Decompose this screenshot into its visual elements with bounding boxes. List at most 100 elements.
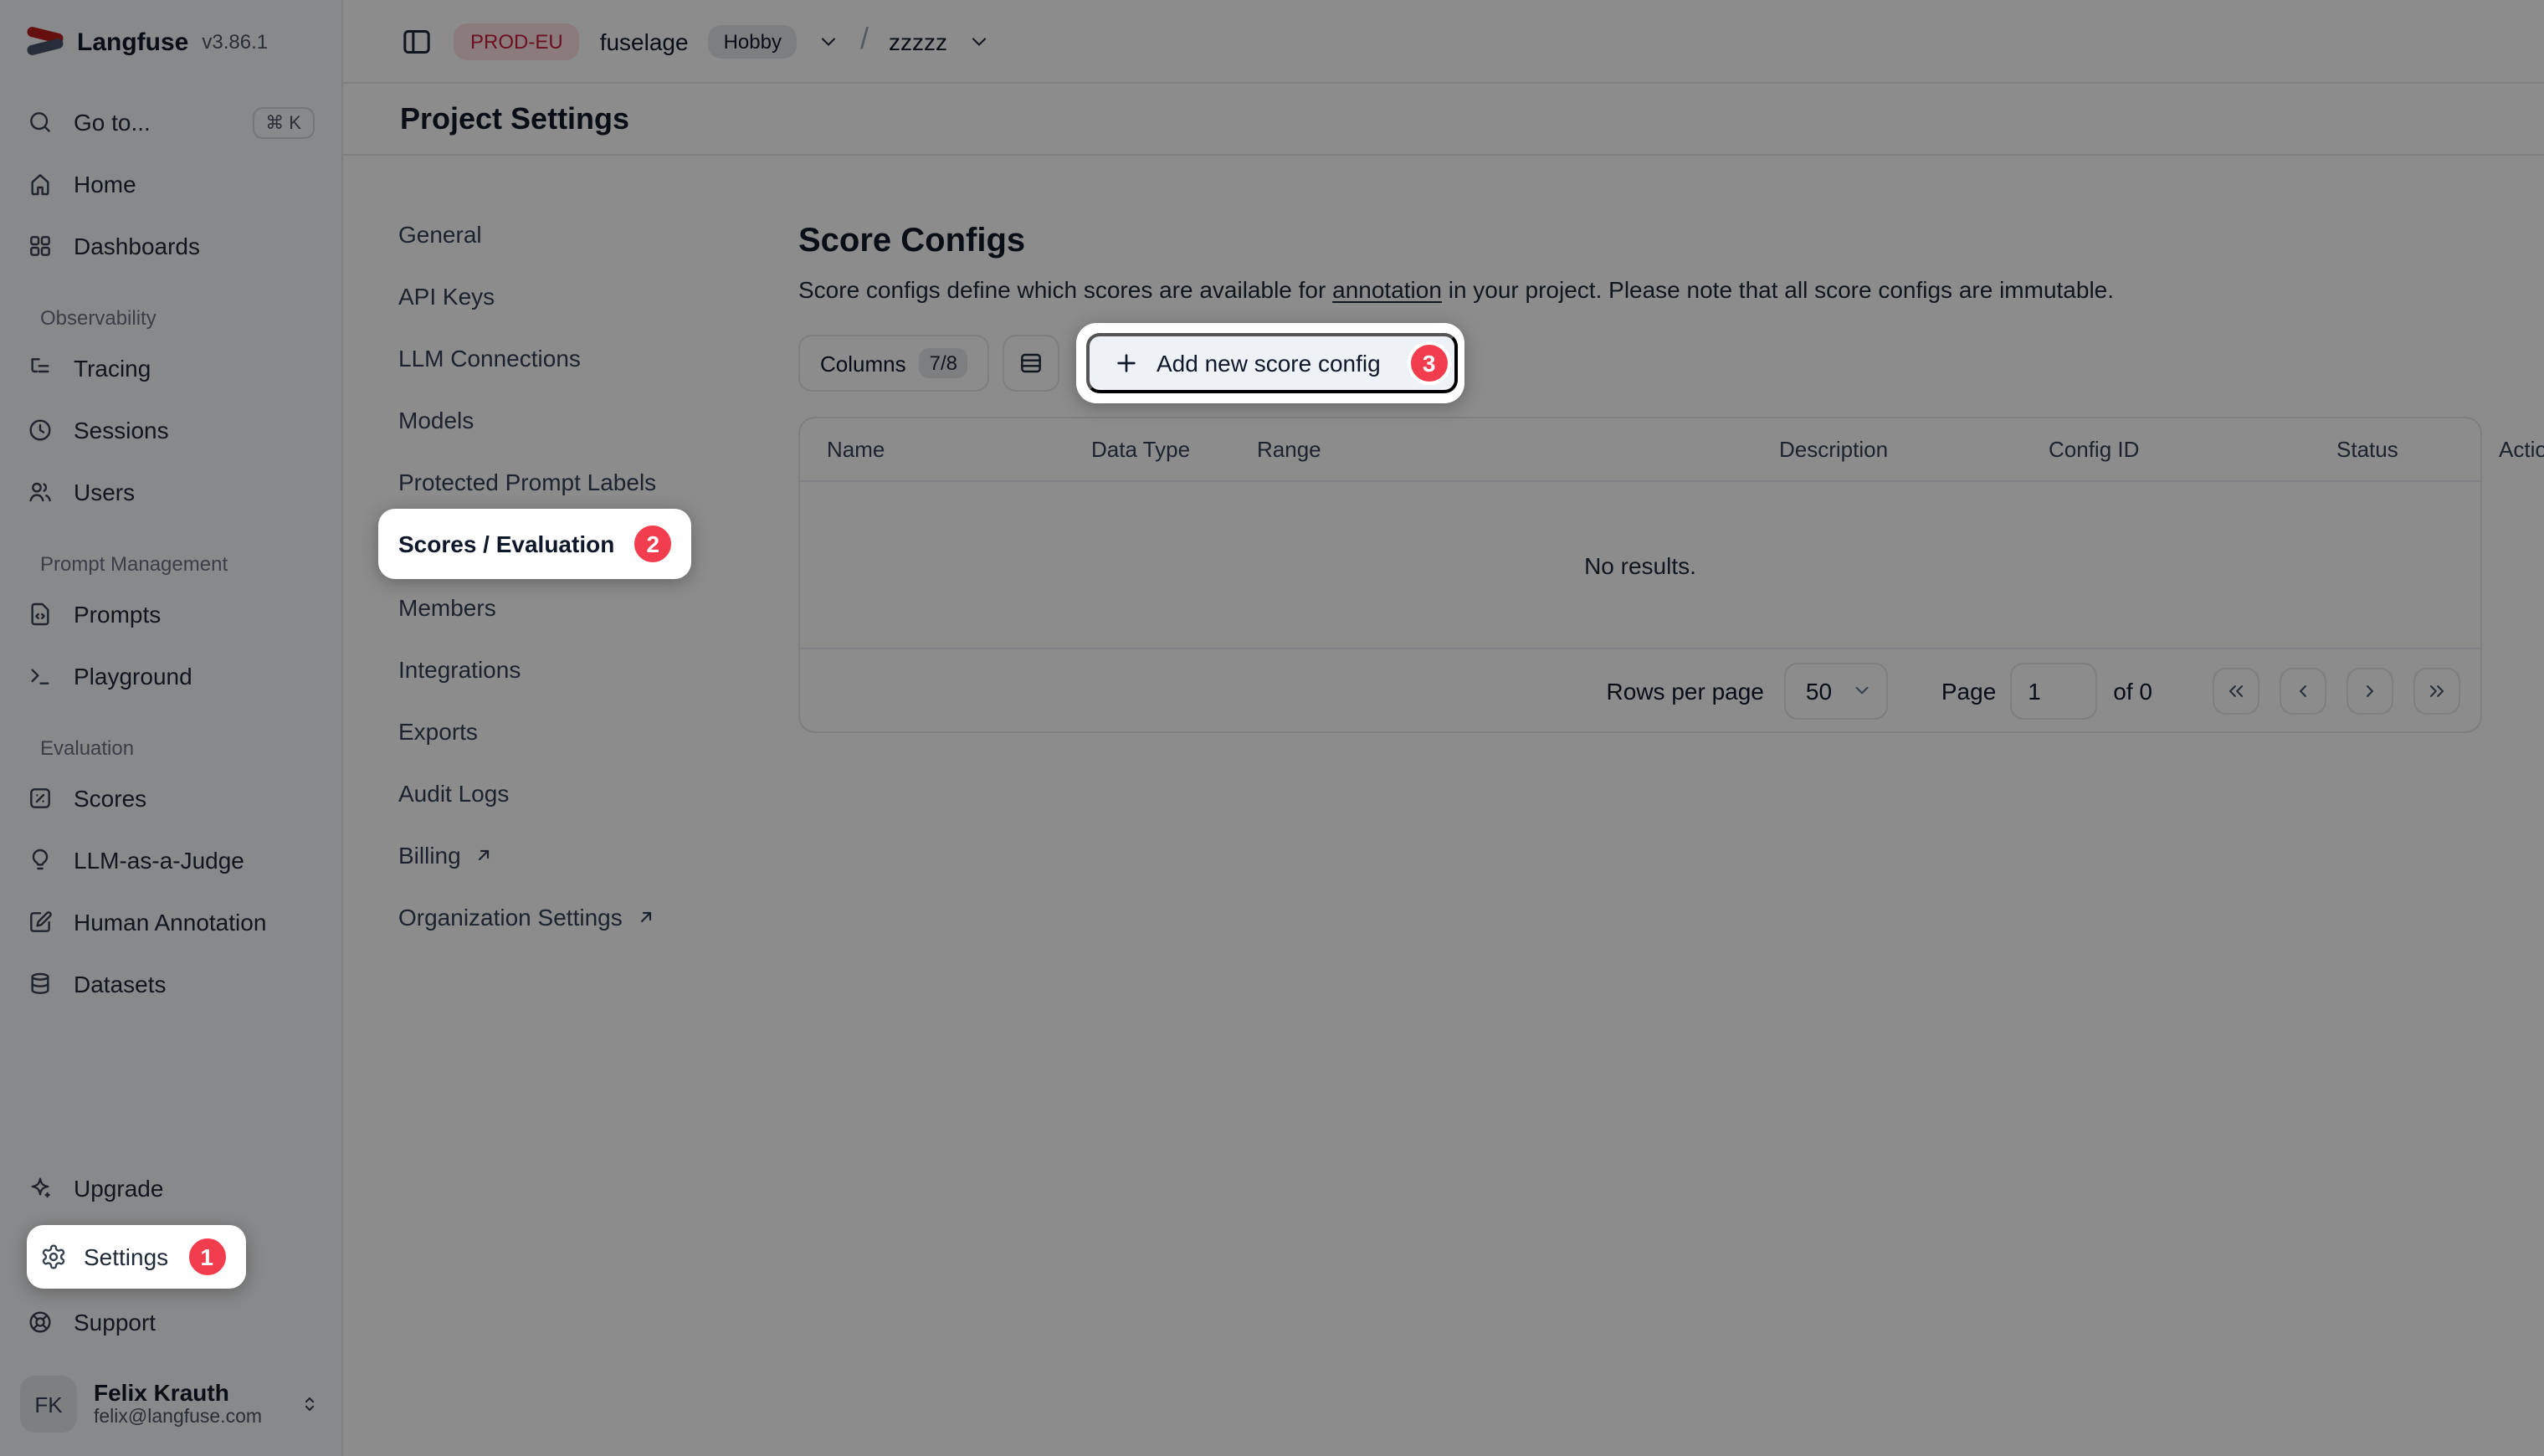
settings-nav-general[interactable]: General bbox=[398, 203, 798, 264]
gear-icon bbox=[40, 1243, 67, 1270]
langfuse-logo-icon bbox=[27, 28, 64, 55]
column-header-config-id: Config ID bbox=[2049, 437, 2310, 462]
avatar: FK bbox=[20, 1376, 77, 1433]
environment-badge: PROD-EU bbox=[454, 23, 580, 59]
org-chevron-down-icon[interactable] bbox=[817, 29, 840, 53]
plus-icon bbox=[1113, 350, 1140, 377]
sidebar-section-evaluation: Evaluation bbox=[13, 713, 328, 773]
sidebar-bottom-nav: Upgrade Settings 1 Support bbox=[0, 1150, 341, 1359]
annotation-link[interactable]: annotation bbox=[1332, 276, 1442, 303]
settings-nav-billing[interactable]: Billing bbox=[398, 823, 798, 885]
next-page-button[interactable] bbox=[2347, 667, 2393, 714]
sidebar-item-dashboards[interactable]: Dashboards bbox=[13, 221, 328, 271]
breadcrumb-separator: / bbox=[860, 22, 869, 57]
database-icon bbox=[27, 971, 54, 997]
app-version: v3.86.1 bbox=[202, 30, 268, 54]
chevrons-up-down-icon bbox=[298, 1392, 321, 1416]
column-header-description: Description bbox=[1779, 437, 2022, 462]
sidebar-item-label: Support bbox=[74, 1309, 156, 1336]
sidebar-item-human-annotation[interactable]: Human Annotation bbox=[13, 897, 328, 947]
first-page-button[interactable] bbox=[2213, 667, 2259, 714]
settings-nav-models[interactable]: Models bbox=[398, 388, 798, 450]
sidebar-item-label: Playground bbox=[74, 663, 192, 690]
sidebar-item-label: Sessions bbox=[74, 417, 169, 443]
column-header-range: Range bbox=[1257, 437, 1752, 462]
sidebar-item-label: LLM-as-a-Judge bbox=[74, 847, 244, 874]
rows-per-page-label: Rows per page bbox=[1607, 677, 1764, 704]
sidebar-item-sessions[interactable]: Sessions bbox=[13, 405, 328, 455]
topbar: PROD-EU fuselage Hobby / zzzzz bbox=[343, 0, 2544, 84]
user-menu[interactable]: FK Felix Krauth felix@langfuse.com bbox=[0, 1359, 341, 1456]
list-tree-icon bbox=[27, 355, 54, 382]
page-label: Page bbox=[1941, 677, 1996, 704]
column-header-status: Status bbox=[2336, 437, 2472, 462]
settings-nav-exports[interactable]: Exports bbox=[398, 700, 798, 761]
sidebar-item-prompts[interactable]: Prompts bbox=[13, 589, 328, 639]
row-height-button[interactable] bbox=[1003, 335, 1059, 392]
project-chevron-down-icon[interactable] bbox=[967, 29, 991, 53]
org-name[interactable]: fuselage bbox=[600, 28, 689, 54]
sidebar-item-label: Settings bbox=[84, 1243, 168, 1270]
dashboards-grid-icon bbox=[27, 233, 54, 259]
sidebar-item-goto[interactable]: Go to... ⌘ K bbox=[13, 97, 328, 147]
last-page-button[interactable] bbox=[2413, 667, 2460, 714]
sidebar-item-home[interactable]: Home bbox=[13, 159, 328, 209]
settings-nav-protected-prompt-labels[interactable]: Protected Prompt Labels bbox=[398, 450, 798, 512]
tutorial-step-badge-3: 3 bbox=[1408, 341, 1451, 385]
app-name: Langfuse bbox=[77, 28, 188, 56]
search-icon bbox=[27, 109, 54, 136]
sidebar-section-observability: Observability bbox=[13, 283, 328, 343]
rows-icon bbox=[1018, 350, 1044, 377]
chevrons-right-icon bbox=[2425, 679, 2449, 702]
sidebar-item-label: Human Annotation bbox=[74, 909, 266, 936]
sidebar-item-datasets[interactable]: Datasets bbox=[13, 959, 328, 1009]
sidebar-item-label: Home bbox=[74, 171, 136, 197]
sidebar-item-label: Dashboards bbox=[74, 233, 200, 259]
panel-left-toggle-icon[interactable] bbox=[400, 24, 433, 58]
add-new-score-config-button[interactable]: Add new score config bbox=[1086, 333, 1458, 393]
sidebar-item-scores[interactable]: Scores bbox=[13, 773, 328, 823]
chevron-left-icon bbox=[2291, 679, 2315, 702]
plan-badge: Hobby bbox=[709, 24, 797, 58]
settings-nav-scores-evaluation[interactable]: Scores / Evaluation 2 bbox=[378, 512, 798, 576]
sidebar-item-llm-as-a-judge[interactable]: LLM-as-a-Judge bbox=[13, 835, 328, 885]
sidebar-item-support[interactable]: Support bbox=[13, 1297, 328, 1347]
sidebar-item-settings[interactable]: Settings 1 bbox=[27, 1225, 245, 1289]
file-code-icon bbox=[27, 601, 54, 628]
settings-nav-audit-logs[interactable]: Audit Logs bbox=[398, 761, 798, 823]
table-toolbar: Columns 7/8 Add new score config 3 bbox=[798, 323, 2482, 403]
empty-state-message: No results. bbox=[800, 482, 2480, 649]
chevron-right-icon bbox=[2358, 679, 2382, 702]
sidebar-item-playground[interactable]: Playground bbox=[13, 651, 328, 701]
square-pen-icon bbox=[27, 909, 54, 936]
main-area: PROD-EU fuselage Hobby / zzzzz Project S… bbox=[343, 0, 2544, 1456]
pagination-bar: Rows per page 50 Page of 0 bbox=[800, 649, 2480, 731]
sidebar-item-upgrade[interactable]: Upgrade bbox=[13, 1163, 328, 1213]
sidebar-section-prompt-management: Prompt Management bbox=[13, 529, 328, 589]
tutorial-step-badge-2: 2 bbox=[631, 522, 674, 566]
sidebar-item-tracing[interactable]: Tracing bbox=[13, 343, 328, 393]
app-window: Langfuse v3.86.1 Go to... ⌘ K Home Dashb… bbox=[0, 0, 2544, 1456]
column-header-name: Name bbox=[827, 437, 1064, 462]
sidebar: Langfuse v3.86.1 Go to... ⌘ K Home Dashb… bbox=[0, 0, 343, 1456]
project-name[interactable]: zzzzz bbox=[889, 28, 947, 54]
settings-nav-llm-connections[interactable]: LLM Connections bbox=[398, 326, 798, 388]
settings-nav: General API Keys LLM Connections Models … bbox=[343, 156, 798, 1456]
sidebar-item-users[interactable]: Users bbox=[13, 467, 328, 517]
previous-page-button[interactable] bbox=[2280, 667, 2326, 714]
user-email: felix@langfuse.com bbox=[94, 1407, 281, 1430]
rows-per-page-select[interactable]: 50 bbox=[1784, 662, 1888, 719]
columns-button[interactable]: Columns 7/8 bbox=[798, 335, 989, 392]
sidebar-item-label: Users bbox=[74, 479, 135, 505]
column-header-action: Action bbox=[2499, 437, 2544, 462]
settings-nav-api-keys[interactable]: API Keys bbox=[398, 264, 798, 326]
settings-nav-organization-settings[interactable]: Organization Settings bbox=[398, 885, 798, 947]
settings-nav-members[interactable]: Members bbox=[398, 576, 798, 638]
section-description: Score configs define which scores are av… bbox=[798, 276, 2482, 303]
page-number-input[interactable] bbox=[2009, 662, 2096, 719]
home-icon bbox=[27, 171, 54, 197]
clock-icon bbox=[27, 417, 54, 443]
external-link-arrow-icon bbox=[474, 844, 495, 864]
settings-nav-integrations[interactable]: Integrations bbox=[398, 638, 798, 700]
table-header-row: Name Data Type Range Description Config … bbox=[800, 418, 2480, 482]
